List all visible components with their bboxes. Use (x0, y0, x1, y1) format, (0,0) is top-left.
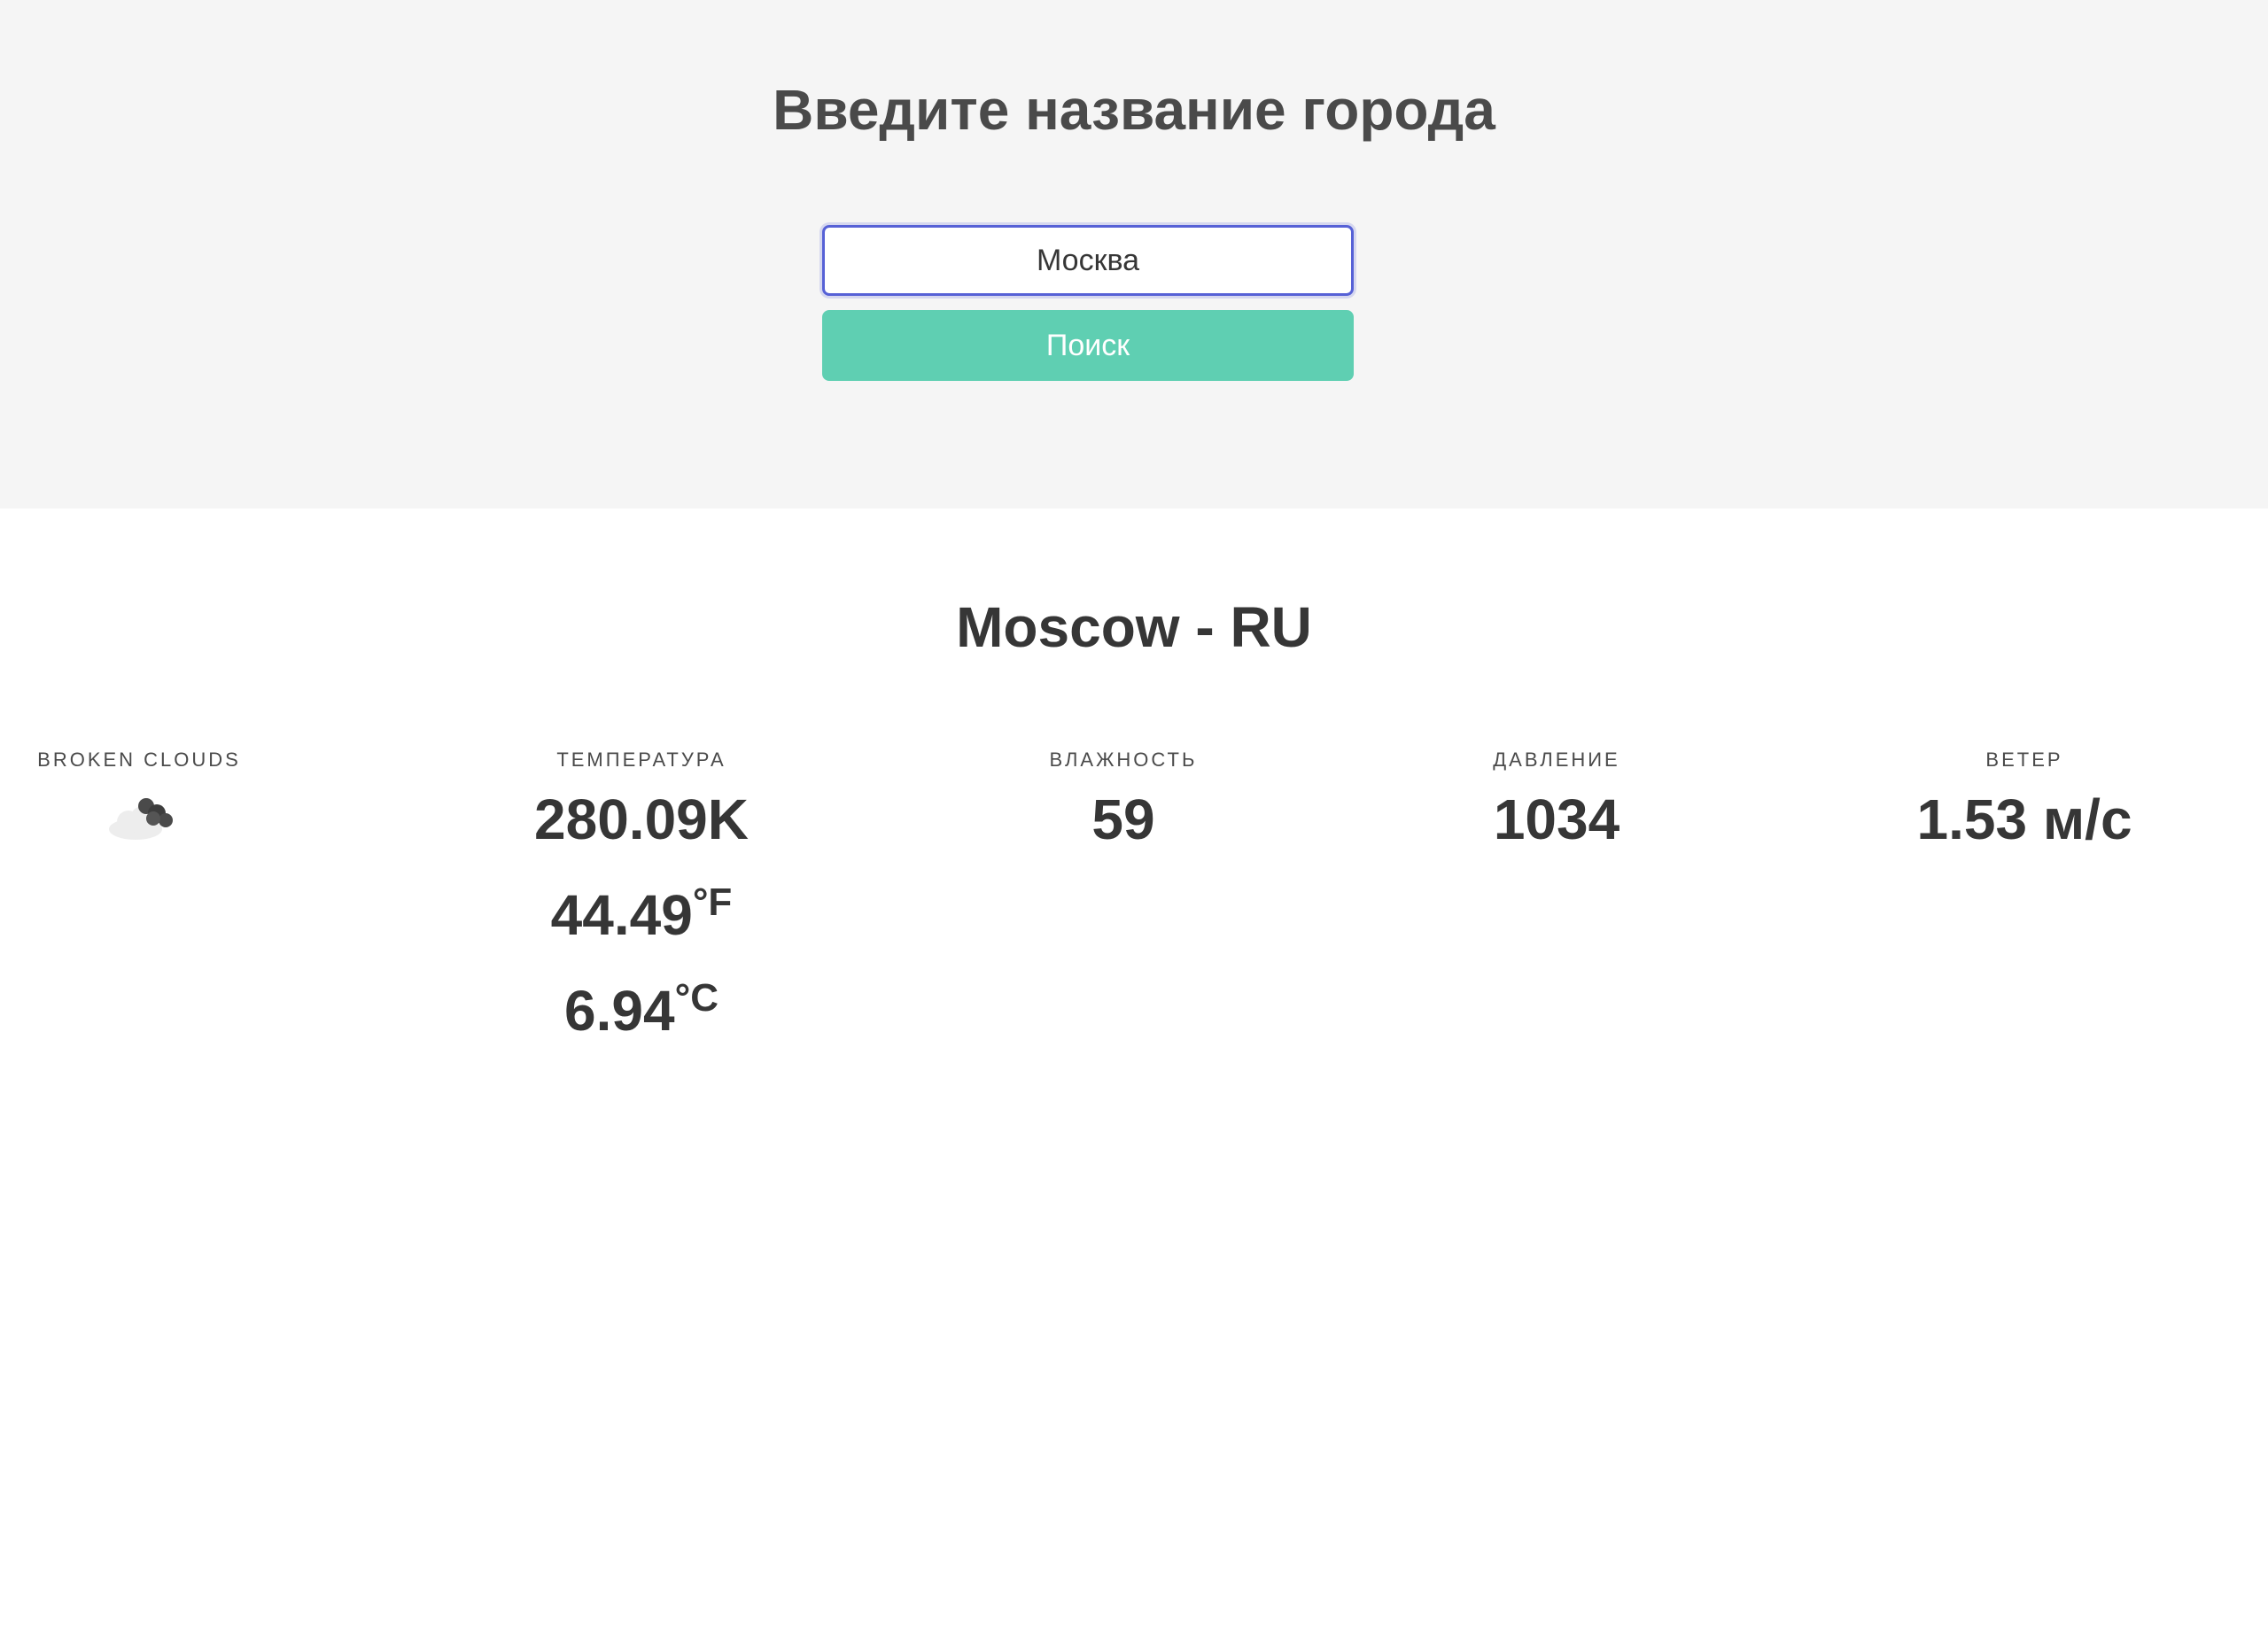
temperature-celsius: 6.94°C (455, 957, 827, 1052)
pressure-label: давление (1493, 749, 1620, 771)
city-input[interactable] (822, 225, 1354, 296)
humidity-value: 59 (1091, 787, 1155, 851)
celsius-unit: °C (674, 976, 718, 1020)
search-title: Введите название города (773, 78, 1495, 142)
fahrenheit-unit: °F (692, 881, 733, 924)
weather-description-label: broken clouds (37, 749, 241, 771)
pressure-value: 1034 (1493, 787, 1620, 851)
wind-label: ветер (1985, 749, 2063, 771)
temperature-fahrenheit: 44.49°F (455, 861, 827, 957)
city-name: Moscow - RU (956, 595, 1312, 659)
wind-value: 1.53 м/с (1916, 787, 2132, 851)
temperature-stat: температура 280.09K 44.49°F 6.94°C (455, 746, 827, 1052)
temperature-kelvin: 280.09K (534, 787, 749, 851)
wind-stat: ветер 1.53 м/с (1838, 746, 2210, 861)
temperature-celsius-value: 6.94 (564, 979, 675, 1043)
broken-clouds-icon (109, 798, 173, 840)
humidity-label: влажность (1049, 749, 1198, 771)
pressure-stat: давление 1034 (1371, 746, 1743, 861)
temperature-fahrenheit-value: 44.49 (550, 883, 693, 947)
temperature-label: температура (556, 749, 726, 771)
weather-description: broken clouds (0, 746, 325, 842)
humidity-stat: влажность 59 (937, 746, 1309, 861)
search-section: Введите название города Поиск (0, 0, 2268, 508)
search-button[interactable]: Поиск (822, 310, 1354, 381)
